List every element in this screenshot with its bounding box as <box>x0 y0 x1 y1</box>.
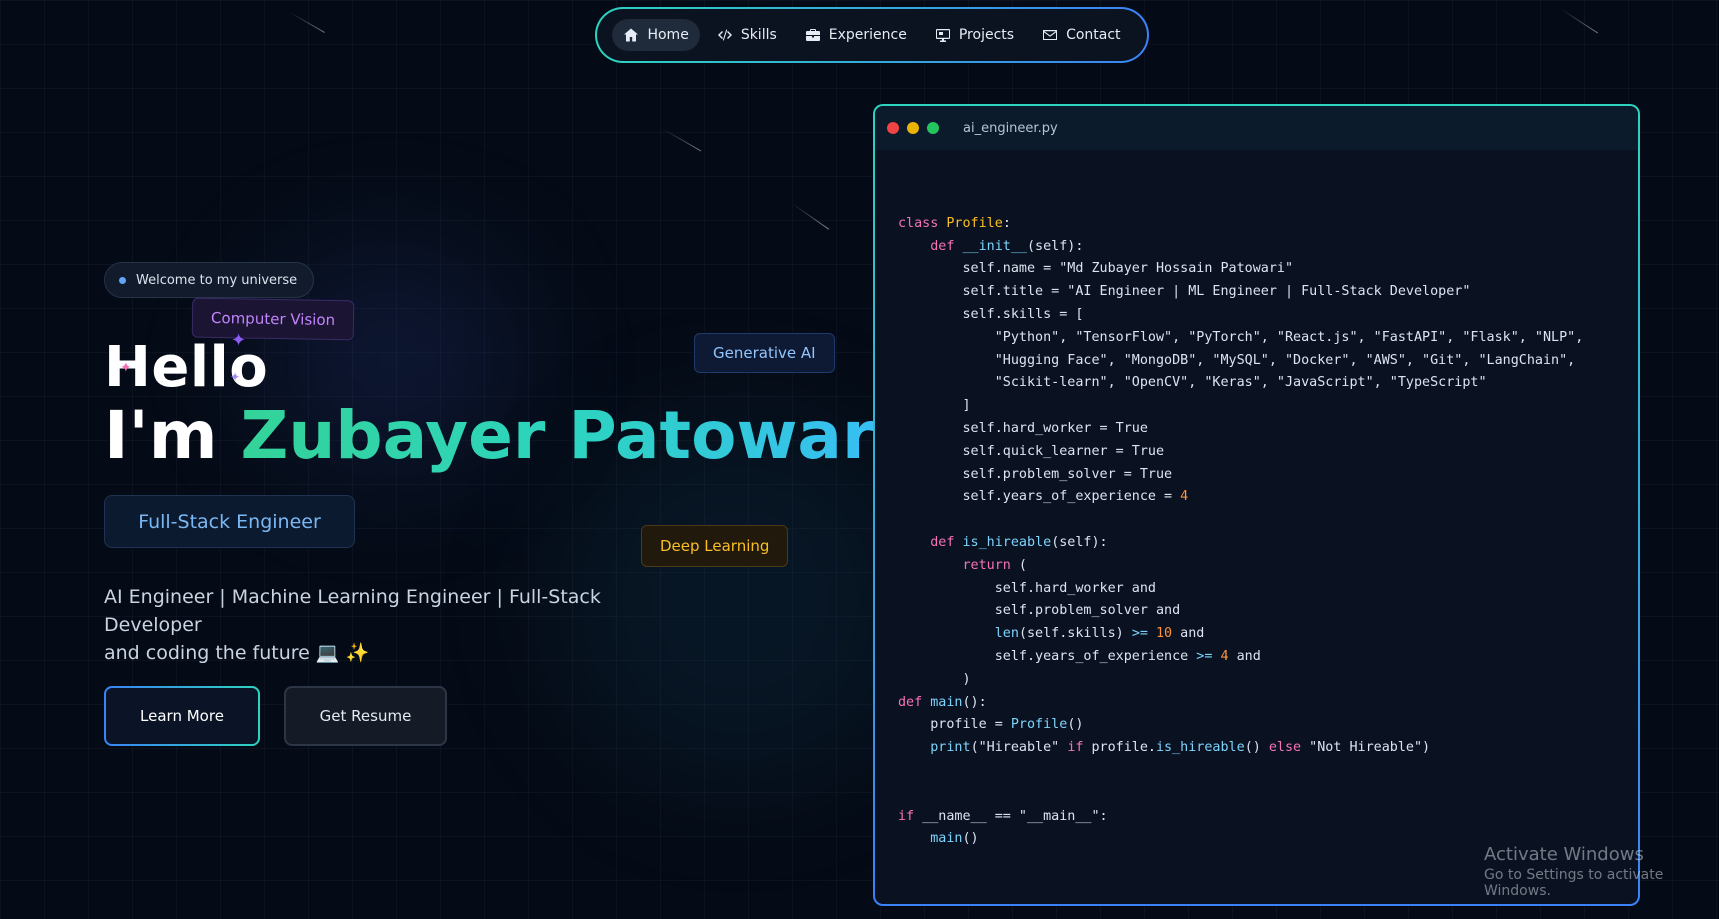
welcome-text: Welcome to my universe <box>136 272 298 288</box>
sparkle-icon: ✦ <box>230 370 241 384</box>
code-line: class Profile: <box>898 215 1011 231</box>
nav-home-label: Home <box>647 27 689 43</box>
nav-experience[interactable]: Experience <box>794 19 918 51</box>
top-nav: Home Skills Experience Projects Contact <box>595 7 1149 63</box>
code-line: self.hard_worker and <box>898 580 1156 596</box>
briefcase-icon <box>805 29 820 41</box>
code-line: len(self.skills) >= 10 and <box>994 626 1205 642</box>
nav-projects[interactable]: Projects <box>924 19 1025 51</box>
name-gradient-text: Zubayer Patowari <box>240 397 898 474</box>
code-line: self.problem_solver and <box>898 603 1181 619</box>
welcome-badge: Welcome to my universe <box>104 262 315 298</box>
floating-chip-computer-vision: Computer Vision <box>191 297 355 341</box>
mail-icon <box>1043 30 1058 40</box>
code-line: self.quick_learner = True <box>898 443 1165 459</box>
get-resume-button[interactable]: Get Resume <box>284 686 447 746</box>
code-line: self.skills = [ <box>898 306 1084 322</box>
minimize-dot-icon <box>907 122 919 134</box>
code-line: self.name = "Md Zubayer Hossain Patowari… <box>898 261 1294 277</box>
home-icon <box>624 28 639 42</box>
code-line: self.years_of_experience >= 4 and <box>898 648 1261 664</box>
monitor-icon <box>935 29 950 42</box>
code-line: ) <box>898 671 971 687</box>
nav-projects-label: Projects <box>958 27 1015 43</box>
status-dot-icon <box>119 276 126 284</box>
im-text: I'm <box>104 397 241 474</box>
watermark-title: Activate Windows <box>1484 844 1644 865</box>
nav-experience-label: Experience <box>828 27 907 43</box>
close-dot-icon <box>887 122 899 134</box>
code-line: self.years_of_experience = 4 <box>898 489 1189 505</box>
code-window-titlebar: ai_engineer.py <box>875 106 1638 150</box>
code-line: print("Hireable" if profile.is_hireable(… <box>930 740 1431 756</box>
nav-skills-label: Skills <box>740 27 777 43</box>
sparkle-icon: ✦ <box>120 360 132 376</box>
sparkle-icon: ✦ <box>231 330 247 351</box>
code-line: def main(): <box>898 694 987 710</box>
code-line: return ( <box>962 557 1028 573</box>
code-line: self.problem_solver = True <box>898 466 1173 482</box>
floating-chip-deep-learning: Deep Learning <box>641 525 789 567</box>
maximize-dot-icon <box>927 122 939 134</box>
code-filename: ai_engineer.py <box>963 120 1058 136</box>
hero-description: AI Engineer | Machine Learning Engineer … <box>104 583 704 667</box>
description-line: AI Engineer | Machine Learning Engineer … <box>104 586 601 636</box>
role-badge: Full-Stack Engineer <box>104 495 355 548</box>
learn-more-button[interactable]: Learn More <box>104 686 260 746</box>
floating-chip-generative-ai: Generative AI <box>694 333 835 373</box>
code-line: "Scikit-learn", "OpenCV", "Keras", "Java… <box>898 375 1487 391</box>
activate-windows-watermark: Activate Windows Go to Settings to activ… <box>1484 844 1719 899</box>
description-line: and coding the future 💻 ✨ <box>104 642 370 664</box>
watermark-subtitle: Go to Settings to activate Windows. <box>1484 867 1664 899</box>
code-line: if __name__ == "__main__": <box>898 808 1108 824</box>
name-heading: I'm Zubayer Patowari <box>104 397 897 474</box>
nav-home[interactable]: Home <box>612 19 700 51</box>
nav-contact[interactable]: Contact <box>1031 19 1131 51</box>
code-window: ai_engineer.py class Profile: def __init… <box>873 104 1640 906</box>
code-line: def __init__(self): <box>930 238 1084 254</box>
code-line: "Hugging Face", "MongoDB", "MySQL", "Doc… <box>898 352 1576 368</box>
code-line: "Python", "TensorFlow", "PyTorch", "Reac… <box>898 329 1584 345</box>
code-icon <box>717 29 732 41</box>
code-line: ] <box>898 398 971 414</box>
code-line: self.title = "AI Engineer | ML Engineer … <box>898 284 1471 300</box>
code-line: self.hard_worker = True <box>898 420 1148 436</box>
code-line: def is_hireable(self): <box>930 534 1108 550</box>
code-line: profile = Profile() <box>898 717 1084 733</box>
nav-skills[interactable]: Skills <box>706 19 788 51</box>
code-block: class Profile: def __init__(self): self.… <box>875 150 1638 851</box>
nav-contact-label: Contact <box>1066 27 1121 43</box>
